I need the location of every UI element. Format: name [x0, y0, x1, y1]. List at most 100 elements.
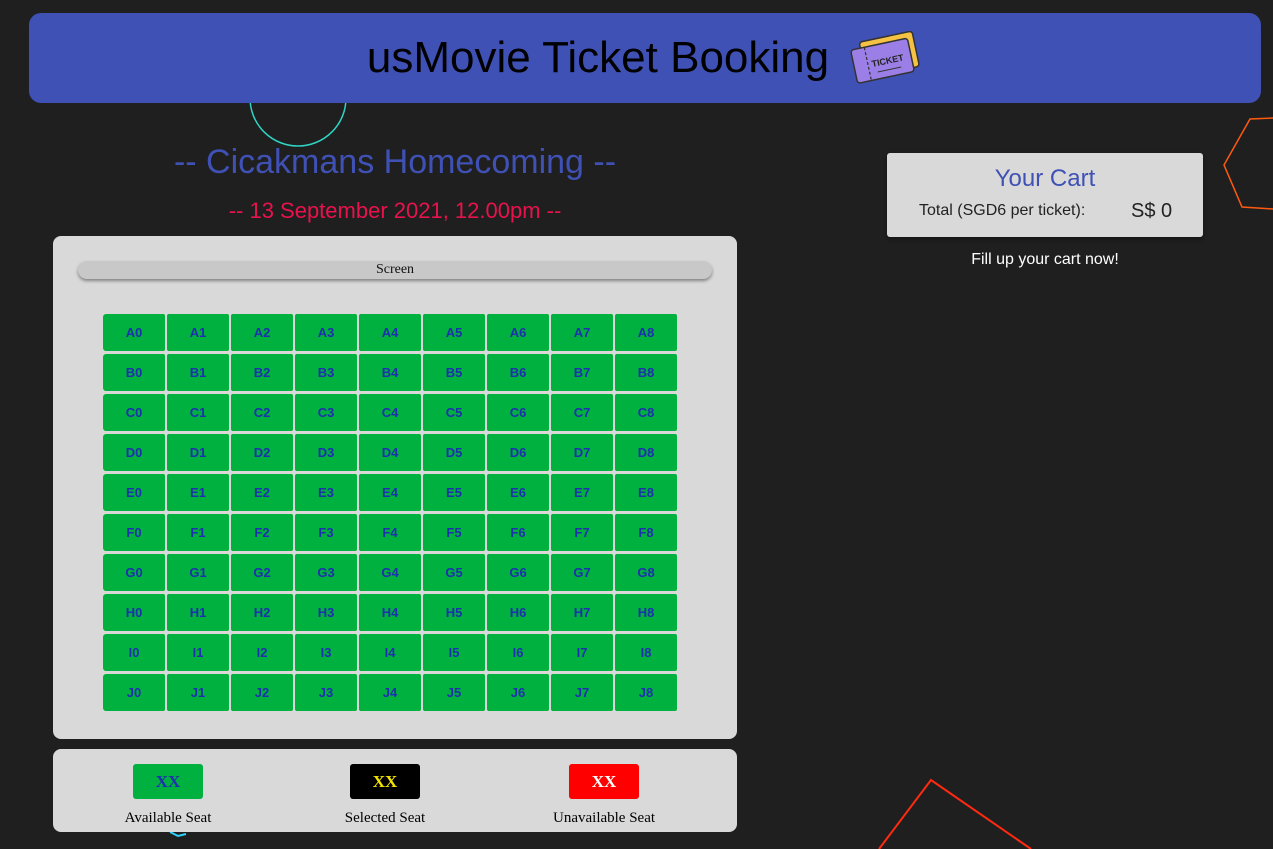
seat-b2[interactable]: B2	[231, 354, 293, 391]
seat-d1[interactable]: D1	[167, 434, 229, 471]
seat-c6[interactable]: C6	[487, 394, 549, 431]
seat-a1[interactable]: A1	[167, 314, 229, 351]
seat-h3[interactable]: H3	[295, 594, 357, 631]
seat-b7[interactable]: B7	[551, 354, 613, 391]
app-title: usMovie Ticket Booking	[366, 33, 830, 82]
seat-h7[interactable]: H7	[551, 594, 613, 631]
seat-i7[interactable]: I7	[551, 634, 613, 671]
seat-e0[interactable]: E0	[103, 474, 165, 511]
seat-g3[interactable]: G3	[295, 554, 357, 591]
seat-j4[interactable]: J4	[359, 674, 421, 711]
seat-g8[interactable]: G8	[615, 554, 677, 591]
seat-a3[interactable]: A3	[295, 314, 357, 351]
seat-h0[interactable]: H0	[103, 594, 165, 631]
seat-e8[interactable]: E8	[615, 474, 677, 511]
seat-e2[interactable]: E2	[231, 474, 293, 511]
cart-panel: Your Cart Total (SGD6 per ticket): S$ 0	[887, 153, 1203, 237]
seat-f6[interactable]: F6	[487, 514, 549, 551]
seat-d7[interactable]: D7	[551, 434, 613, 471]
seat-b0[interactable]: B0	[103, 354, 165, 391]
legend-available-swatch: XX	[133, 764, 203, 799]
seat-f3[interactable]: F3	[295, 514, 357, 551]
seat-h5[interactable]: H5	[423, 594, 485, 631]
seat-a2[interactable]: A2	[231, 314, 293, 351]
seat-a0[interactable]: A0	[103, 314, 165, 351]
seat-a4[interactable]: A4	[359, 314, 421, 351]
seat-i4[interactable]: I4	[359, 634, 421, 671]
seat-i3[interactable]: I3	[295, 634, 357, 671]
seat-d3[interactable]: D3	[295, 434, 357, 471]
seat-h4[interactable]: H4	[359, 594, 421, 631]
seat-c4[interactable]: C4	[359, 394, 421, 431]
seat-d2[interactable]: D2	[231, 434, 293, 471]
seat-j2[interactable]: J2	[231, 674, 293, 711]
seat-f8[interactable]: F8	[615, 514, 677, 551]
seat-a7[interactable]: A7	[551, 314, 613, 351]
seat-c2[interactable]: C2	[231, 394, 293, 431]
seat-h6[interactable]: H6	[487, 594, 549, 631]
seat-b6[interactable]: B6	[487, 354, 549, 391]
seat-f7[interactable]: F7	[551, 514, 613, 551]
seat-g7[interactable]: G7	[551, 554, 613, 591]
seat-d5[interactable]: D5	[423, 434, 485, 471]
seat-c8[interactable]: C8	[615, 394, 677, 431]
seat-d0[interactable]: D0	[103, 434, 165, 471]
seat-d6[interactable]: D6	[487, 434, 549, 471]
seat-c3[interactable]: C3	[295, 394, 357, 431]
seat-a5[interactable]: A5	[423, 314, 485, 351]
seat-b1[interactable]: B1	[167, 354, 229, 391]
seat-j7[interactable]: J7	[551, 674, 613, 711]
seat-h2[interactable]: H2	[231, 594, 293, 631]
legend-selected-label: Selected Seat	[344, 810, 426, 826]
seat-c0[interactable]: C0	[103, 394, 165, 431]
seat-j0[interactable]: J0	[103, 674, 165, 711]
seat-c1[interactable]: C1	[167, 394, 229, 431]
seat-c7[interactable]: C7	[551, 394, 613, 431]
screen-indicator: Screen	[78, 261, 712, 279]
app-header: usMovie Ticket Booking TICKET	[29, 13, 1261, 103]
seat-h8[interactable]: H8	[615, 594, 677, 631]
seat-j5[interactable]: J5	[423, 674, 485, 711]
seat-d8[interactable]: D8	[615, 434, 677, 471]
seat-h1[interactable]: H1	[167, 594, 229, 631]
seat-f5[interactable]: F5	[423, 514, 485, 551]
seat-g6[interactable]: G6	[487, 554, 549, 591]
seat-b4[interactable]: B4	[359, 354, 421, 391]
legend-available: XX Available Seat	[117, 764, 219, 827]
seat-f2[interactable]: F2	[231, 514, 293, 551]
seat-f4[interactable]: F4	[359, 514, 421, 551]
seat-f0[interactable]: F0	[103, 514, 165, 551]
seat-e6[interactable]: E6	[487, 474, 549, 511]
seat-b8[interactable]: B8	[615, 354, 677, 391]
seat-i8[interactable]: I8	[615, 634, 677, 671]
seat-i6[interactable]: I6	[487, 634, 549, 671]
seat-j6[interactable]: J6	[487, 674, 549, 711]
seat-row-c: C0 C1 C2 C3 C4 C5 C6 C7 C8	[103, 394, 679, 431]
seat-i0[interactable]: I0	[103, 634, 165, 671]
seat-e7[interactable]: E7	[551, 474, 613, 511]
seat-b3[interactable]: B3	[295, 354, 357, 391]
seat-a8[interactable]: A8	[615, 314, 677, 351]
seat-j1[interactable]: J1	[167, 674, 229, 711]
seat-g0[interactable]: G0	[103, 554, 165, 591]
seat-e3[interactable]: E3	[295, 474, 357, 511]
seat-j8[interactable]: J8	[615, 674, 677, 711]
seat-g5[interactable]: G5	[423, 554, 485, 591]
seat-a6[interactable]: A6	[487, 314, 549, 351]
seat-d4[interactable]: D4	[359, 434, 421, 471]
seat-g1[interactable]: G1	[167, 554, 229, 591]
seat-g4[interactable]: G4	[359, 554, 421, 591]
seat-j3[interactable]: J3	[295, 674, 357, 711]
seat-i2[interactable]: I2	[231, 634, 293, 671]
seat-b5[interactable]: B5	[423, 354, 485, 391]
seat-e1[interactable]: E1	[167, 474, 229, 511]
seat-g2[interactable]: G2	[231, 554, 293, 591]
seat-f1[interactable]: F1	[167, 514, 229, 551]
seat-e4[interactable]: E4	[359, 474, 421, 511]
seat-i1[interactable]: I1	[167, 634, 229, 671]
cart-empty-message: Fill up your cart now!	[971, 251, 1119, 268]
seat-e5[interactable]: E5	[423, 474, 485, 511]
seat-i5[interactable]: I5	[423, 634, 485, 671]
seat-row-e: E0 E1 E2 E3 E4 E5 E6 E7 E8	[103, 474, 679, 511]
seat-c5[interactable]: C5	[423, 394, 485, 431]
